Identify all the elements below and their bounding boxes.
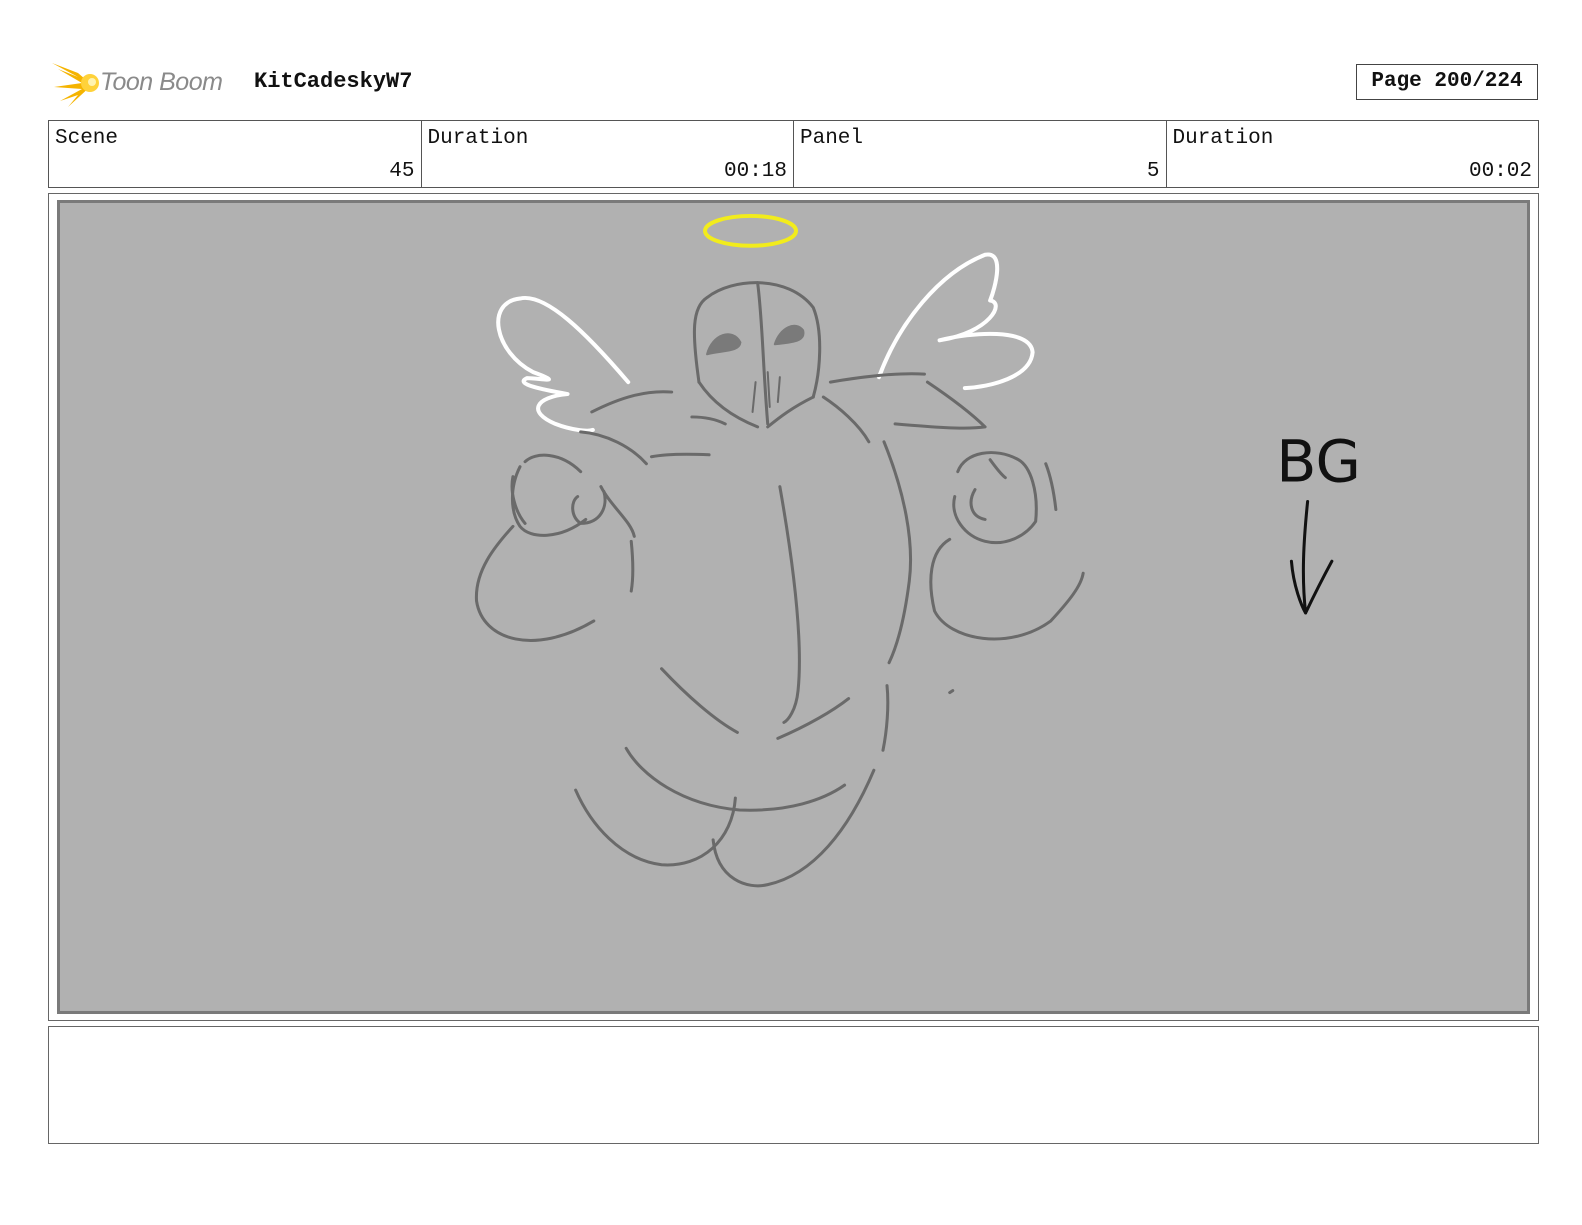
sketch-drawing: BG <box>475 213 1361 888</box>
left-wing-sketch <box>496 295 631 433</box>
bg-note: BG <box>1276 428 1361 495</box>
panel-info-table: Scene 45 Duration 00:18 Panel 5 Duration… <box>48 120 1539 188</box>
right-arm-sketch <box>929 537 1085 641</box>
panel-notes-box <box>48 1026 1539 1144</box>
panel-cell: Panel 5 <box>794 121 1167 187</box>
hip-right-sketch <box>881 684 890 752</box>
storyboard-header: Toon Boom KitCadeskyW7 Page 200/224 <box>48 55 1538 110</box>
right-eye-sketch <box>773 324 805 346</box>
speck-sketch <box>948 689 955 695</box>
shoulder-right-sketch <box>821 372 987 444</box>
panel-duration-label: Duration <box>1172 127 1274 150</box>
right-wing-sketch <box>876 252 1035 391</box>
scene-value: 45 <box>389 160 415 183</box>
right-leg-sketch <box>711 768 876 888</box>
left-leg-sketch <box>574 788 737 867</box>
panel-duration-cell: Duration 00:02 <box>1167 121 1539 187</box>
head-sketch <box>692 281 822 399</box>
scene-cell: Scene 45 <box>49 121 422 187</box>
scene-duration-label: Duration <box>427 127 529 150</box>
head-center-line <box>756 281 770 426</box>
panel-image: BG <box>57 200 1530 1014</box>
page-indicator: Page 200/224 <box>1356 64 1538 100</box>
left-arm-sketch <box>475 485 636 642</box>
scene-duration-cell: Duration 00:18 <box>422 121 794 187</box>
logo-text: Toon Boom <box>100 68 223 96</box>
right-fist-sketch <box>952 451 1058 545</box>
down-arrow-sketch <box>1289 500 1334 615</box>
scene-duration-value: 00:18 <box>723 160 787 183</box>
storyboard-panel: BG <box>48 193 1539 1021</box>
starburst-icon <box>52 63 99 107</box>
project-name: KitCadeskyW7 <box>254 69 413 94</box>
body-center-sketch <box>778 485 801 724</box>
body-right-sketch <box>882 440 913 665</box>
panel-value: 5 <box>1146 160 1160 183</box>
shoulder-left-sketch <box>579 390 711 466</box>
left-eye-sketch <box>706 333 742 356</box>
panel-label: Panel <box>800 127 864 150</box>
toon-boom-logo: Toon Boom <box>48 55 243 110</box>
left-fist-sketch <box>510 453 607 537</box>
body-left-lower-sketch <box>660 667 739 734</box>
scene-label: Scene <box>55 127 119 150</box>
panel-duration-value: 00:02 <box>1468 160 1532 183</box>
halo-sketch <box>703 213 799 248</box>
